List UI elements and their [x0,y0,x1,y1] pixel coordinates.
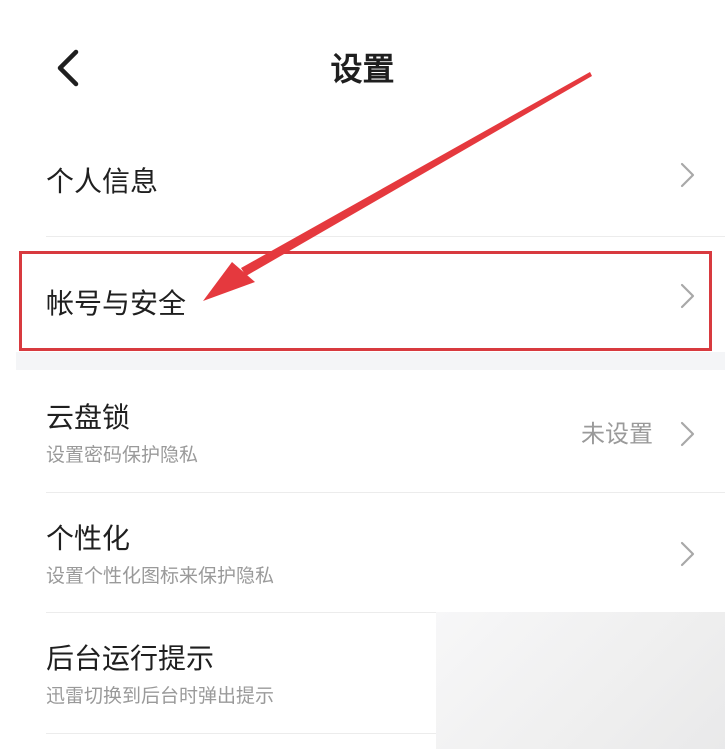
settings-item-title: 个人信息 [46,165,159,198]
settings-item-personal-info[interactable]: 个人信息 [0,132,725,236]
chevron-right-icon [680,421,695,447]
settings-item-value: 未设置 [581,420,653,448]
top-bar: 设置 [0,0,725,132]
settings-item-title: 后台运行提示 [46,642,215,675]
divider [46,733,436,734]
settings-item-subtitle: 设置密码保护隐私 [46,444,199,466]
settings-item-title: 个性化 [46,522,131,555]
settings-item-personalization[interactable]: 个性化 设置个性化图标来保护隐私 [0,493,725,612]
settings-item-subtitle: 迅雷切换到后台时弹出提示 [46,685,275,707]
page-title: 设置 [330,50,395,88]
section-separator [16,352,725,370]
settings-item-background-run-prompt[interactable]: 后台运行提示 迅雷切换到后台时弹出提示 [0,613,725,733]
settings-item-title: 云盘锁 [46,401,131,434]
chevron-right-icon [680,162,695,188]
divider [46,236,725,237]
highlight-box [19,251,712,351]
settings-item-cloud-lock[interactable]: 云盘锁 设置密码保护隐私 未设置 [0,372,725,492]
settings-item-subtitle: 设置个性化图标来保护隐私 [46,565,275,587]
chevron-right-icon [680,541,695,567]
